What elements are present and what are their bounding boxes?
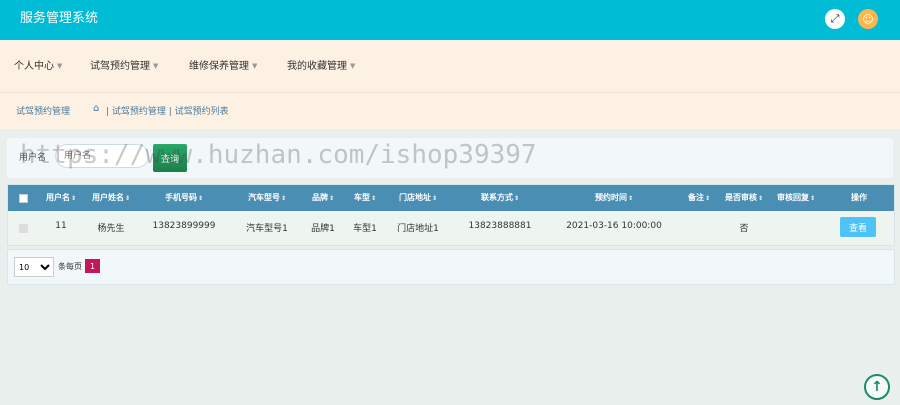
select-all-checkbox[interactable] bbox=[19, 194, 28, 203]
column-header[interactable]: 车型⇕ bbox=[354, 192, 376, 203]
nav-item-test-drive[interactable]: 试驾预约管理 ▼ bbox=[90, 59, 158, 74]
cell-type: 车型1 bbox=[353, 224, 377, 234]
cell-contact: 13823888881 bbox=[468, 221, 532, 231]
column-header[interactable]: 汽车型号⇕ bbox=[248, 192, 286, 203]
caret-down-icon: ▼ bbox=[153, 62, 159, 70]
pagination: 10 条每页 1 bbox=[7, 249, 895, 285]
data-table: 用户名⇕ 用户姓名⇕ 手机号码⇕ 汽车型号⇕ 品牌⇕ 车型⇕ 门店地址⇕ 联系方… bbox=[7, 184, 895, 246]
nav-item-favorites[interactable]: 我的收藏管理 ▼ bbox=[287, 59, 355, 74]
column-header[interactable]: 审核回复⇕ bbox=[777, 192, 815, 203]
breadcrumb: 试驾预约管理 ⌂ | 试驾预约管理 | 试驾预约列表 bbox=[0, 93, 900, 129]
page-button-current[interactable]: 1 bbox=[85, 259, 100, 273]
cell-audited: 否 bbox=[739, 224, 749, 234]
search-bar: 用户名 查询 bbox=[7, 138, 893, 178]
cell-model: 汽车型号1 bbox=[246, 224, 288, 234]
app-title: 服务管理系统 bbox=[20, 11, 99, 26]
home-icon[interactable]: ⌂ bbox=[93, 103, 99, 114]
table-header: 用户名⇕ 用户姓名⇕ 手机号码⇕ 汽车型号⇕ 品牌⇕ 车型⇕ 门店地址⇕ 联系方… bbox=[8, 185, 894, 211]
breadcrumb-section[interactable]: 试驾预约管理 bbox=[16, 104, 70, 117]
column-header[interactable]: 备注⇕ bbox=[688, 192, 710, 203]
row-checkbox[interactable] bbox=[19, 224, 28, 233]
caret-down-icon: ▼ bbox=[252, 62, 258, 70]
nav-item-label: 我的收藏管理 bbox=[287, 61, 347, 72]
search-button[interactable]: 查询 bbox=[153, 144, 187, 172]
column-header[interactable]: 是否审核⇕ bbox=[725, 192, 763, 203]
nav-item-label: 试驾预约管理 bbox=[90, 61, 150, 72]
column-header[interactable]: 品牌⇕ bbox=[312, 192, 334, 203]
nav-item-personal-center[interactable]: 个人中心 ▼ bbox=[14, 59, 62, 74]
column-header[interactable]: 用户名⇕ bbox=[46, 192, 76, 203]
page-size-select[interactable]: 10 bbox=[14, 257, 54, 277]
view-button[interactable]: 查看 bbox=[840, 217, 876, 237]
user-avatar-icon[interactable]: ☺ bbox=[858, 9, 878, 29]
caret-down-icon: ▼ bbox=[350, 62, 356, 70]
column-header: 操作 bbox=[851, 193, 867, 202]
per-page-label: 条每页 bbox=[58, 262, 82, 271]
column-header[interactable]: 预约时间⇕ bbox=[595, 192, 633, 203]
top-header: 服务管理系统 ⤢ ☺ bbox=[0, 0, 900, 40]
main-nav: 个人中心 ▼ 试驾预约管理 ▼ 维修保养管理 ▼ 我的收藏管理 ▼ bbox=[0, 40, 900, 93]
cell-name: 杨先生 bbox=[97, 224, 125, 234]
caret-down-icon: ▼ bbox=[57, 62, 63, 70]
cell-time: 2021-03-16 10:00:00 bbox=[566, 221, 662, 231]
breadcrumb-path: | 试驾预约管理 | 试驾预约列表 bbox=[106, 107, 229, 117]
column-header[interactable]: 手机号码⇕ bbox=[165, 192, 203, 203]
column-header[interactable]: 联系方式⇕ bbox=[481, 192, 519, 203]
cell-username: 11 bbox=[55, 221, 67, 231]
table-row: 11 杨先生 13823899999 汽车型号1 品牌1 车型1 门店地址1 1… bbox=[8, 211, 894, 245]
column-header[interactable]: 用户姓名⇕ bbox=[92, 192, 130, 203]
nav-item-maintenance[interactable]: 维修保养管理 ▼ bbox=[189, 59, 257, 74]
nav-item-label: 个人中心 bbox=[14, 61, 54, 72]
search-label: 用户名 bbox=[19, 153, 47, 163]
username-search-input[interactable] bbox=[55, 144, 149, 168]
cell-store: 门店地址1 bbox=[397, 224, 439, 234]
nav-item-label: 维修保养管理 bbox=[189, 61, 249, 72]
column-header[interactable]: 门店地址⇕ bbox=[399, 192, 437, 203]
expand-icon[interactable]: ⤢ bbox=[825, 9, 845, 29]
back-to-top-icon[interactable]: ↑ bbox=[864, 374, 890, 400]
cell-brand: 品牌1 bbox=[311, 224, 335, 234]
cell-phone: 13823899999 bbox=[152, 221, 216, 231]
